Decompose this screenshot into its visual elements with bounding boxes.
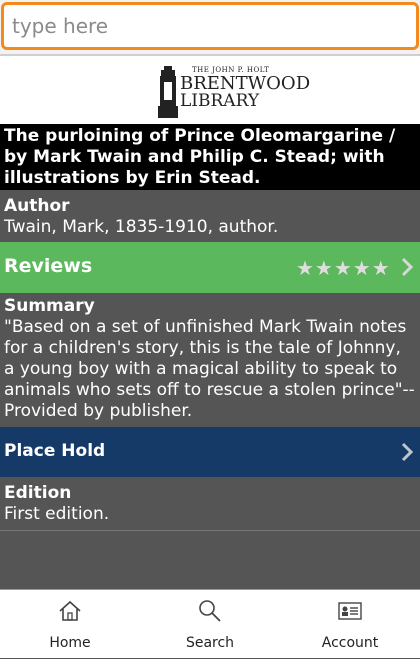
book-title: The purloining of Prince Oleomargarine /…: [0, 124, 420, 190]
search-input[interactable]: [1, 2, 419, 50]
account-card-icon: [338, 602, 362, 620]
edition-label: Edition: [4, 483, 72, 503]
library-logo: THE JOHN P. HOLT BRENTWOOD LIBRARY: [158, 64, 310, 120]
lantern-icon: [158, 66, 178, 118]
author-label: Author: [4, 196, 70, 216]
tab-search[interactable]: Search: [140, 590, 280, 659]
search-bar: [0, 0, 420, 54]
rating-stars: ★★★★★: [296, 256, 391, 280]
tab-account-label: Account: [321, 635, 379, 651]
home-icon: [59, 600, 81, 621]
summary-value: "Based on a set of unfinished Mark Twain…: [4, 317, 415, 421]
place-hold-label: Place Hold: [4, 441, 106, 461]
reviews-label: Reviews: [4, 255, 93, 277]
bottom-tab-bar: Home Search Account: [0, 589, 420, 658]
chevron-right-icon: [401, 257, 414, 277]
author-value: Twain, Mark, 1835-1910, author.: [4, 217, 279, 237]
summary-section: Summary "Based on a set of unfinished Ma…: [0, 294, 420, 426]
library-header: THE JOHN P. HOLT BRENTWOOD LIBRARY: [0, 54, 420, 124]
tab-home[interactable]: Home: [0, 590, 140, 659]
search-icon: [199, 600, 221, 622]
chevron-right-icon: [401, 442, 414, 462]
author-section: Author Twain, Mark, 1835-1910, author.: [0, 192, 420, 240]
place-hold-button[interactable]: Place Hold: [0, 427, 420, 477]
edition-section: Edition First edition.: [0, 479, 420, 529]
summary-label: Summary: [4, 296, 95, 316]
tab-home-label: Home: [49, 635, 91, 651]
reviews-button[interactable]: Reviews ★★★★★: [0, 242, 420, 293]
divider: [0, 530, 420, 531]
tab-account[interactable]: Account: [280, 590, 420, 659]
logo-text-bottom: LIBRARY: [180, 91, 260, 111]
edition-value: First edition.: [4, 504, 110, 524]
tab-search-label: Search: [185, 635, 235, 651]
